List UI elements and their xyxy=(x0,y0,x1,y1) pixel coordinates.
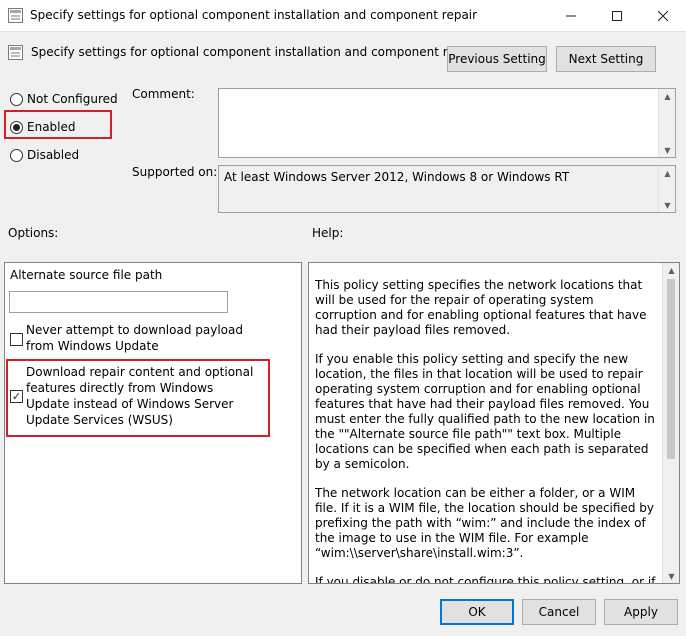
download-wu-label: Download repair content and optional fea… xyxy=(26,365,254,427)
alternate-path-input[interactable] xyxy=(9,291,228,313)
help-text: This policy setting specifies the networ… xyxy=(315,278,659,584)
help-paragraph-2: If you enable this policy setting and sp… xyxy=(315,352,655,471)
window-title: Specify settings for optional component … xyxy=(30,8,478,22)
alternate-path-label: Alternate source file path xyxy=(10,268,163,282)
scroll-down-icon[interactable]: ▼ xyxy=(663,569,679,583)
radio-enabled[interactable]: Enabled xyxy=(10,120,76,134)
close-icon xyxy=(658,10,668,21)
help-scrollbar[interactable]: ▲ ▼ xyxy=(662,263,679,583)
scroll-down-icon[interactable]: ▼ xyxy=(659,198,676,212)
supported-on-field: At least Windows Server 2012, Windows 8 … xyxy=(218,165,676,213)
ok-button[interactable]: OK xyxy=(440,599,514,625)
options-section-label: Options: xyxy=(8,226,59,240)
title-bar: Specify settings for optional component … xyxy=(0,0,686,32)
radio-not-configured-circle[interactable] xyxy=(10,92,23,106)
help-scroll-thumb[interactable] xyxy=(667,279,675,459)
policy-setting-icon xyxy=(8,45,23,60)
comment-label: Comment: xyxy=(132,87,195,101)
help-paragraph-4: If you disable or do not configure this … xyxy=(315,575,656,584)
comment-field[interactable]: ▲ ▼ xyxy=(218,88,676,158)
supported-on-value: At least Windows Server 2012, Windows 8 … xyxy=(224,170,570,184)
never-download-checkbox[interactable] xyxy=(10,333,23,346)
help-panel: This policy setting specifies the networ… xyxy=(308,262,680,584)
help-paragraph-1: This policy setting specifies the networ… xyxy=(315,278,647,337)
maximize-icon xyxy=(612,10,622,21)
scroll-up-icon[interactable]: ▲ xyxy=(663,263,679,277)
radio-not-configured-label: Not Configured xyxy=(27,92,118,106)
radio-not-configured[interactable]: Not Configured xyxy=(10,92,118,106)
scroll-down-icon[interactable]: ▼ xyxy=(659,143,676,157)
radio-enabled-circle[interactable] xyxy=(10,120,23,134)
supported-on-label: Supported on: xyxy=(132,165,218,179)
maximize-button[interactable] xyxy=(594,0,640,31)
policy-app-icon xyxy=(8,8,23,23)
supported-scrollbar[interactable]: ▲ ▼ xyxy=(658,166,675,212)
apply-button[interactable]: Apply xyxy=(604,599,678,625)
scroll-up-icon[interactable]: ▲ xyxy=(659,89,676,103)
comment-scrollbar[interactable]: ▲ ▼ xyxy=(658,89,675,157)
radio-selected-dot xyxy=(13,123,20,131)
minimize-icon xyxy=(566,15,576,16)
never-download-label: Never attempt to download payload from W… xyxy=(26,323,243,353)
radio-disabled-circle[interactable] xyxy=(10,148,23,162)
options-panel: Alternate source file path Never attempt… xyxy=(4,262,302,584)
minimize-button[interactable] xyxy=(548,0,594,31)
radio-enabled-label: Enabled xyxy=(27,120,76,134)
previous-setting-button[interactable]: Previous Setting xyxy=(447,46,547,72)
policy-title: Specify settings for optional component … xyxy=(31,45,479,59)
radio-disabled-label: Disabled xyxy=(27,148,80,162)
help-section-label: Help: xyxy=(312,226,344,240)
scroll-up-icon[interactable]: ▲ xyxy=(659,166,676,180)
radio-disabled[interactable]: Disabled xyxy=(10,148,79,162)
help-paragraph-3: The network location can be either a fol… xyxy=(315,486,654,560)
close-button[interactable] xyxy=(640,0,686,31)
download-wu-checkbox[interactable]: ✓ xyxy=(10,390,23,403)
next-setting-button[interactable]: Next Setting xyxy=(556,46,656,72)
cancel-button[interactable]: Cancel xyxy=(522,599,596,625)
